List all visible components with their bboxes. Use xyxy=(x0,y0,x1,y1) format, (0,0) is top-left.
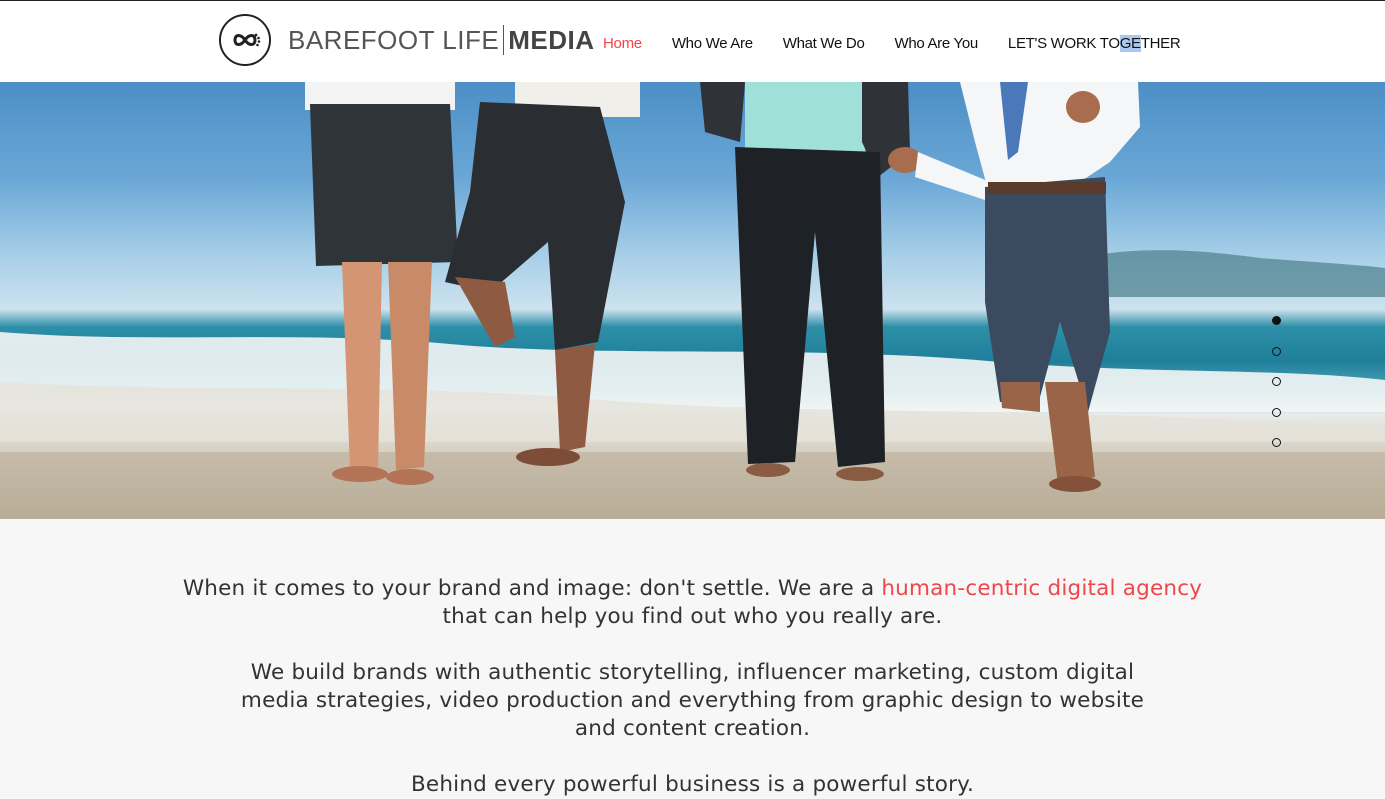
slider-dot-1[interactable] xyxy=(1272,316,1281,325)
site-header: BAREFOOT LIFE MEDIA Home Who We Are What… xyxy=(0,0,1385,82)
nav-item-lets-work-together[interactable]: LET'S WORK TOGETHER xyxy=(993,29,1195,58)
intro-section: When it comes to your brand and image: d… xyxy=(0,519,1385,797)
main-nav: Home Who We Are What We Do Who Are You L… xyxy=(588,29,1195,58)
intro-accent-text: human-centric digital agency xyxy=(881,576,1203,601)
slider-dot-4[interactable] xyxy=(1272,407,1281,417)
slider-dot-3[interactable] xyxy=(1272,377,1281,386)
slider-pagination xyxy=(1272,316,1281,469)
intro-paragraph: When it comes to your brand and image: d… xyxy=(0,575,1385,631)
slider-dot-5[interactable] xyxy=(1272,438,1281,447)
brand-name-light: BAREFOOT LIFE xyxy=(288,24,500,55)
hero-illustration xyxy=(0,82,1385,519)
nav-item-who-we-are[interactable]: Who We Are xyxy=(657,29,768,58)
brand-divider xyxy=(503,25,505,55)
nav-item-who-are-you[interactable]: Who Are You xyxy=(879,29,992,58)
intro-text-end: that can help you find out who you reall… xyxy=(442,604,943,629)
services-paragraph: We build brands with authentic storytell… xyxy=(240,660,1145,741)
hero-image-beach-business-team xyxy=(0,82,1385,519)
infinity-footprint-icon xyxy=(219,14,271,66)
brand-logo[interactable]: BAREFOOT LIFE MEDIA xyxy=(219,12,594,68)
intro-text-start: When it comes to your brand and image: d… xyxy=(182,576,882,601)
tagline-paragraph: Behind every powerful business is a powe… xyxy=(410,772,975,797)
nav-label-part: THER xyxy=(1140,35,1181,52)
brand-name-bold: MEDIA xyxy=(508,24,595,55)
nav-label-part: LET'S WORK TO xyxy=(1007,35,1120,52)
text-selection-highlight: GE xyxy=(1119,35,1141,52)
nav-item-what-we-do[interactable]: What We Do xyxy=(768,29,880,58)
slider-dot-2[interactable] xyxy=(1272,346,1281,356)
brand-wordmark: BAREFOOT LIFE MEDIA xyxy=(288,25,594,56)
nav-item-home[interactable]: Home xyxy=(588,29,657,58)
